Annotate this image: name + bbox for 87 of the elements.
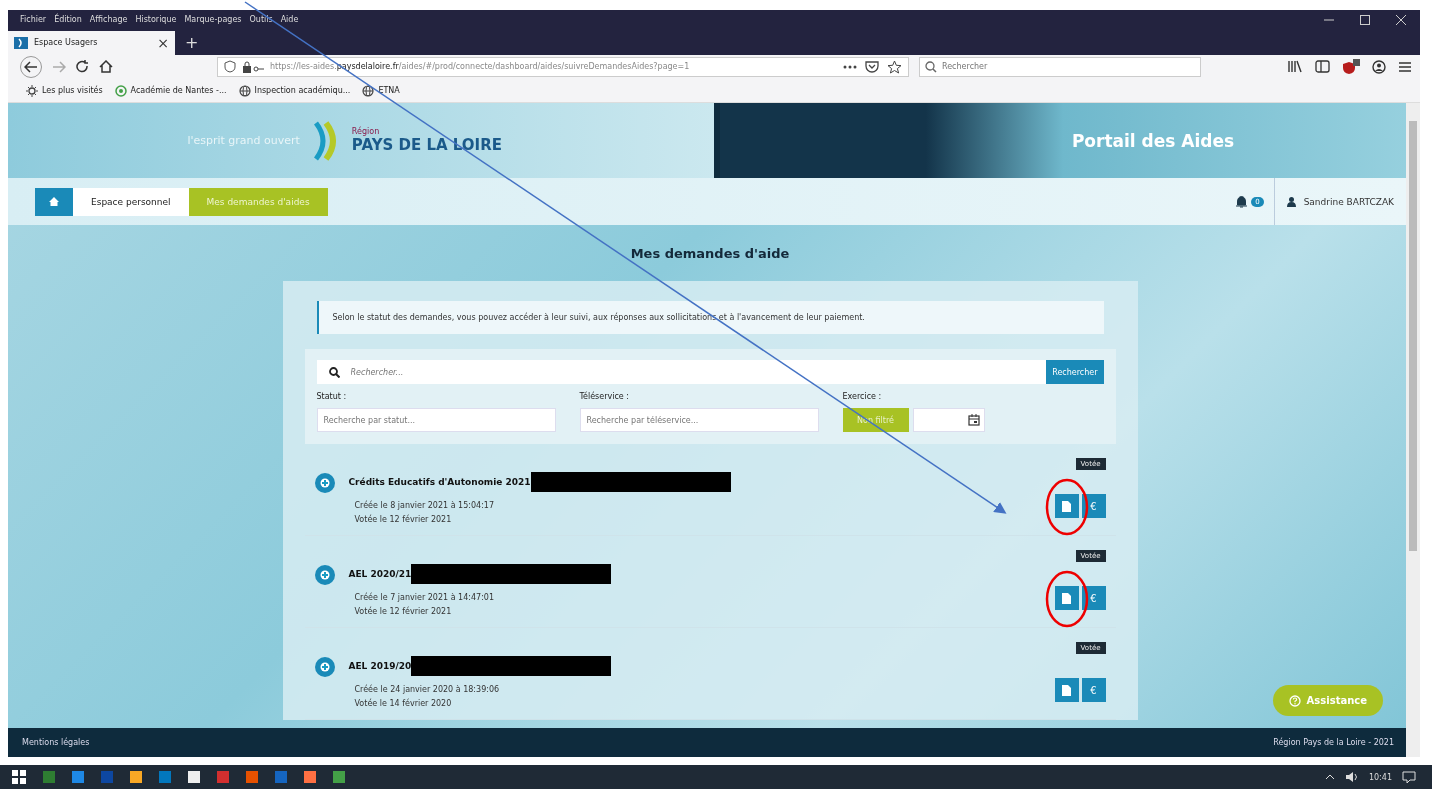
info-message: Selon le statut des demandes, vous pouvez accéder à leur suivi, aux réponses aux sollicitations et à l'avancement de leur paiement. — [316, 301, 1104, 335]
document-icon — [1062, 684, 1071, 696]
bookmark-item[interactable]: Les plus visités — [26, 84, 103, 97]
filter-field[interactable]: Recherche par téléservice... — [579, 408, 819, 433]
star-icon[interactable] — [887, 59, 902, 74]
voted-date: Votée le 14 février 2020 — [353, 699, 453, 709]
shield-badge-icon[interactable] — [1342, 58, 1360, 75]
document-button[interactable] — [1054, 586, 1079, 611]
filter-field[interactable]: Recherche par statut... — [316, 408, 556, 433]
bookmark-item[interactable]: Inspection académiqu... — [238, 84, 351, 97]
globe-icon — [362, 84, 375, 97]
help-icon — [1288, 694, 1301, 707]
back-arrow-icon — [24, 60, 38, 73]
voted-date: Votée le 12 février 2021 — [353, 607, 453, 617]
request-title: Crédits Educatifs d'Autonomie 2021 — [348, 477, 531, 488]
filter-label: Téléservice : — [579, 392, 630, 402]
account-icon[interactable] — [1372, 59, 1386, 74]
tab-title: Espace Usagers — [34, 38, 99, 48]
circle-logo-icon — [114, 84, 127, 97]
globe-icon — [238, 84, 251, 97]
breadcrumb-item[interactable]: Espace personnel — [73, 187, 189, 216]
clock-time[interactable]: 10:41 — [1368, 772, 1392, 782]
browser-tab[interactable]: Espace Usagers × — [8, 30, 175, 55]
gear-icon — [26, 84, 38, 97]
browser-search-field[interactable]: Rechercher — [919, 56, 1201, 77]
home-icon[interactable] — [99, 60, 113, 74]
app-icon[interactable] — [304, 771, 316, 784]
filter-label: Statut : — [316, 392, 348, 402]
document-button[interactable] — [1054, 494, 1079, 519]
home-button[interactable] — [35, 187, 73, 216]
windows-logo-icon[interactable] — [12, 770, 26, 785]
document-button[interactable] — [1054, 678, 1079, 703]
expand-icon[interactable] — [314, 565, 335, 586]
expand-icon[interactable] — [314, 657, 335, 678]
logo-small-text: Région — [351, 127, 381, 137]
shield-icon — [224, 60, 236, 74]
user-menu[interactable]: Sandrine BARTCZAK — [1274, 196, 1406, 207]
pocket-icon[interactable] — [865, 60, 879, 74]
created-date: Créée le 24 janvier 2020 à 18:39:06 — [353, 685, 501, 695]
house-icon — [49, 197, 59, 207]
calendar-icon — [967, 414, 980, 427]
legal-link[interactable]: Mentions légales — [22, 738, 90, 748]
user-icon — [1286, 196, 1296, 207]
menu-item[interactable]: Aide — [280, 15, 299, 25]
close-icon[interactable] — [1396, 14, 1406, 25]
lock-key-icon — [242, 60, 264, 73]
menu-item[interactable]: Historique — [135, 15, 177, 25]
scrollbar[interactable] — [1406, 103, 1420, 758]
notification-icon[interactable] — [1402, 770, 1416, 784]
request-title: AEL 2020/21 — [348, 569, 412, 580]
bell-icon[interactable] — [1236, 195, 1248, 208]
reload-icon[interactable] — [76, 60, 89, 74]
bookmark-item[interactable]: ETNA — [362, 84, 400, 97]
sidebar-icon[interactable] — [1315, 60, 1330, 74]
favicon-icon — [14, 36, 28, 49]
app-icon[interactable] — [188, 771, 200, 784]
menu-item[interactable]: Affichage — [89, 15, 128, 25]
created-date: Créée le 7 janvier 2021 à 14:47:01 — [353, 593, 495, 603]
bookmark-item[interactable]: Académie de Nantes -... — [114, 84, 227, 97]
request-title: AEL 2019/20 — [348, 661, 412, 672]
maximize-icon[interactable] — [1360, 14, 1370, 25]
footer-text: Région Pays de la Loire - 2021 — [1273, 738, 1394, 748]
menu-item[interactable]: Outils — [249, 15, 273, 25]
speaker-icon[interactable] — [1344, 771, 1359, 784]
tab-close-button[interactable]: × — [157, 34, 169, 51]
site-tagline: l'esprit grand ouvert — [187, 134, 300, 148]
library-icon[interactable] — [1287, 60, 1303, 74]
filter-label: Exercice : — [842, 392, 883, 402]
menu-item[interactable]: Marque-pages — [184, 15, 242, 25]
portal-title: Portail des Aides — [1071, 130, 1235, 151]
voted-date: Votée le 12 février 2021 — [353, 515, 453, 525]
app-icon[interactable] — [130, 771, 142, 784]
created-date: Créée le 8 janvier 2021 à 15:04:17 — [353, 501, 495, 511]
document-icon — [1062, 592, 1071, 604]
menu-icon[interactable] — [1398, 60, 1412, 73]
year-field[interactable] — [912, 408, 985, 433]
more-icon[interactable] — [843, 64, 857, 69]
menu-item[interactable]: Édition — [54, 15, 82, 25]
new-tab-button[interactable]: + — [175, 32, 209, 55]
euro-button[interactable]: € — [1081, 678, 1106, 703]
document-icon — [1062, 500, 1071, 512]
page-title: Mes demandes d'aide — [630, 246, 790, 262]
search-button[interactable]: Rechercher — [1046, 360, 1104, 385]
search-field[interactable]: Rechercher... — [316, 360, 1047, 385]
menu-item[interactable]: Fichier — [20, 15, 47, 25]
caret-icon[interactable] — [1324, 774, 1335, 781]
expand-icon[interactable] — [314, 473, 335, 494]
